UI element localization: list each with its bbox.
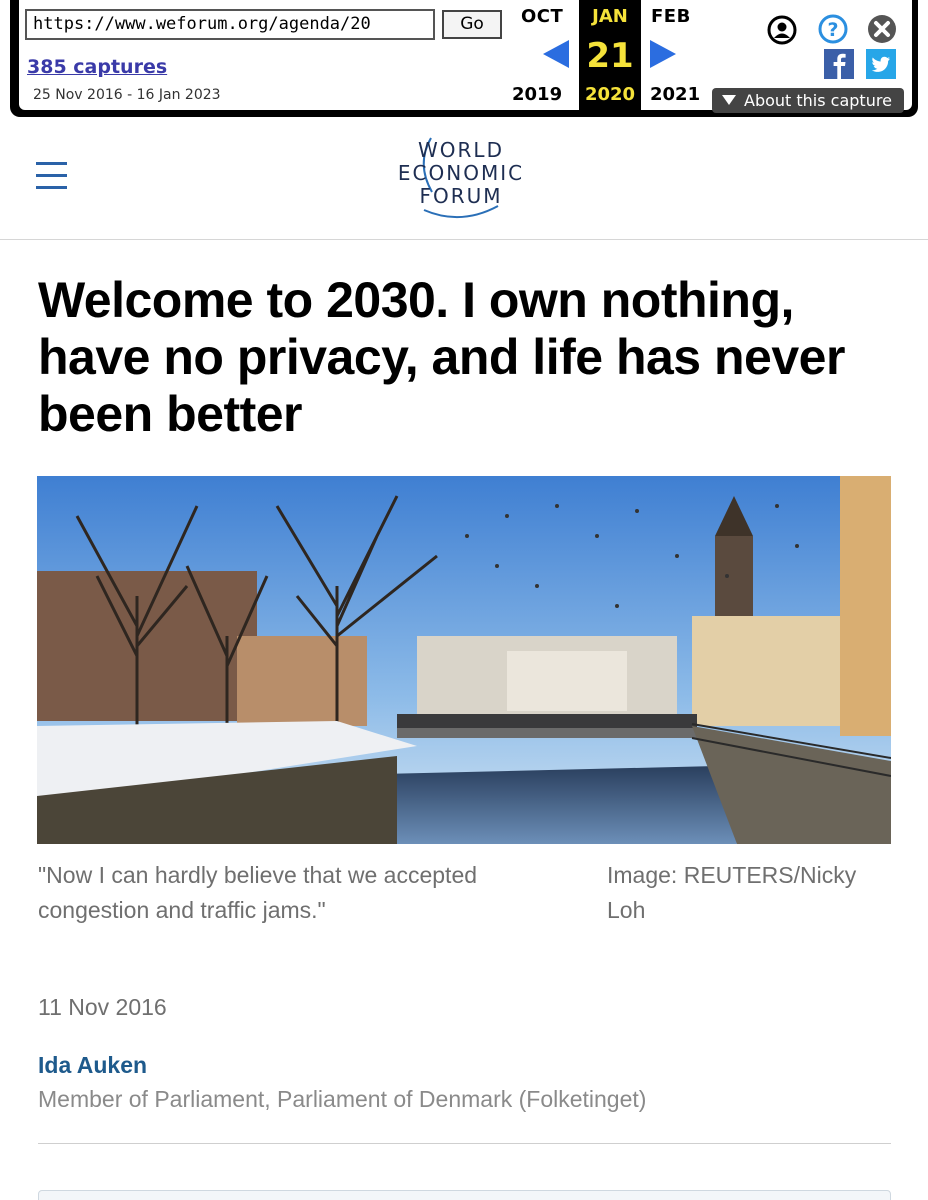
next-section-box <box>38 1190 891 1200</box>
help-icon[interactable]: ? <box>817 13 849 45</box>
svg-text:?: ? <box>827 19 838 41</box>
next-month-link[interactable]: FEB <box>651 6 691 27</box>
prev-arrow-icon[interactable] <box>543 40 569 68</box>
prev-month-link[interactable]: OCT <box>521 6 563 27</box>
capture-date-range: 25 Nov 2016 - 16 Jan 2023 <box>33 87 221 103</box>
logo-line-3: FORUM <box>419 184 503 208</box>
wayback-toolbar: https://www.weforum.org/agenda/20 Go 385… <box>0 0 928 122</box>
article-headline: Welcome to 2030. I own nothing, have no … <box>38 272 845 442</box>
current-day: 21 <box>586 36 634 76</box>
twitter-icon[interactable] <box>866 49 896 79</box>
next-year-link[interactable]: 2021 <box>650 84 700 105</box>
current-month: JAN <box>592 6 628 27</box>
prev-year-link[interactable]: 2019 <box>512 84 562 105</box>
divider <box>38 1143 891 1144</box>
about-capture-label: About this capture <box>744 91 892 110</box>
image-caption: "Now I can hardly believe that we accept… <box>38 862 478 923</box>
close-icon[interactable] <box>866 13 898 45</box>
hero-image <box>37 476 891 844</box>
author-role: Member of Parliament, Parliament of Denm… <box>38 1086 647 1112</box>
site-header: WORLD ECONOMIC FORUM <box>0 122 928 240</box>
chevron-down-icon <box>722 95 736 105</box>
wayback-url-input[interactable]: https://www.weforum.org/agenda/20 <box>25 9 435 40</box>
user-icon[interactable] <box>766 14 798 46</box>
go-button[interactable]: Go <box>442 10 502 39</box>
current-year: 2020 <box>584 84 636 105</box>
author-link[interactable]: Ida Auken <box>38 1052 147 1079</box>
wef-logo[interactable]: WORLD ECONOMIC FORUM <box>376 134 546 230</box>
city-canal-photo <box>37 476 891 844</box>
about-capture-button[interactable]: About this capture <box>712 88 904 113</box>
image-credit: Image: REUTERS/Nicky Loh <box>607 862 857 923</box>
publish-date: 11 Nov 2016 <box>38 994 167 1020</box>
next-arrow-icon[interactable] <box>650 40 676 68</box>
facebook-icon[interactable] <box>824 49 854 79</box>
current-capture-column: JAN 21 2020 <box>579 0 641 110</box>
hamburger-menu-icon[interactable] <box>36 162 67 190</box>
captures-link[interactable]: 385 captures <box>27 56 167 78</box>
logo-line-2: ECONOMIC <box>397 161 525 185</box>
logo-line-1: WORLD <box>418 138 504 162</box>
